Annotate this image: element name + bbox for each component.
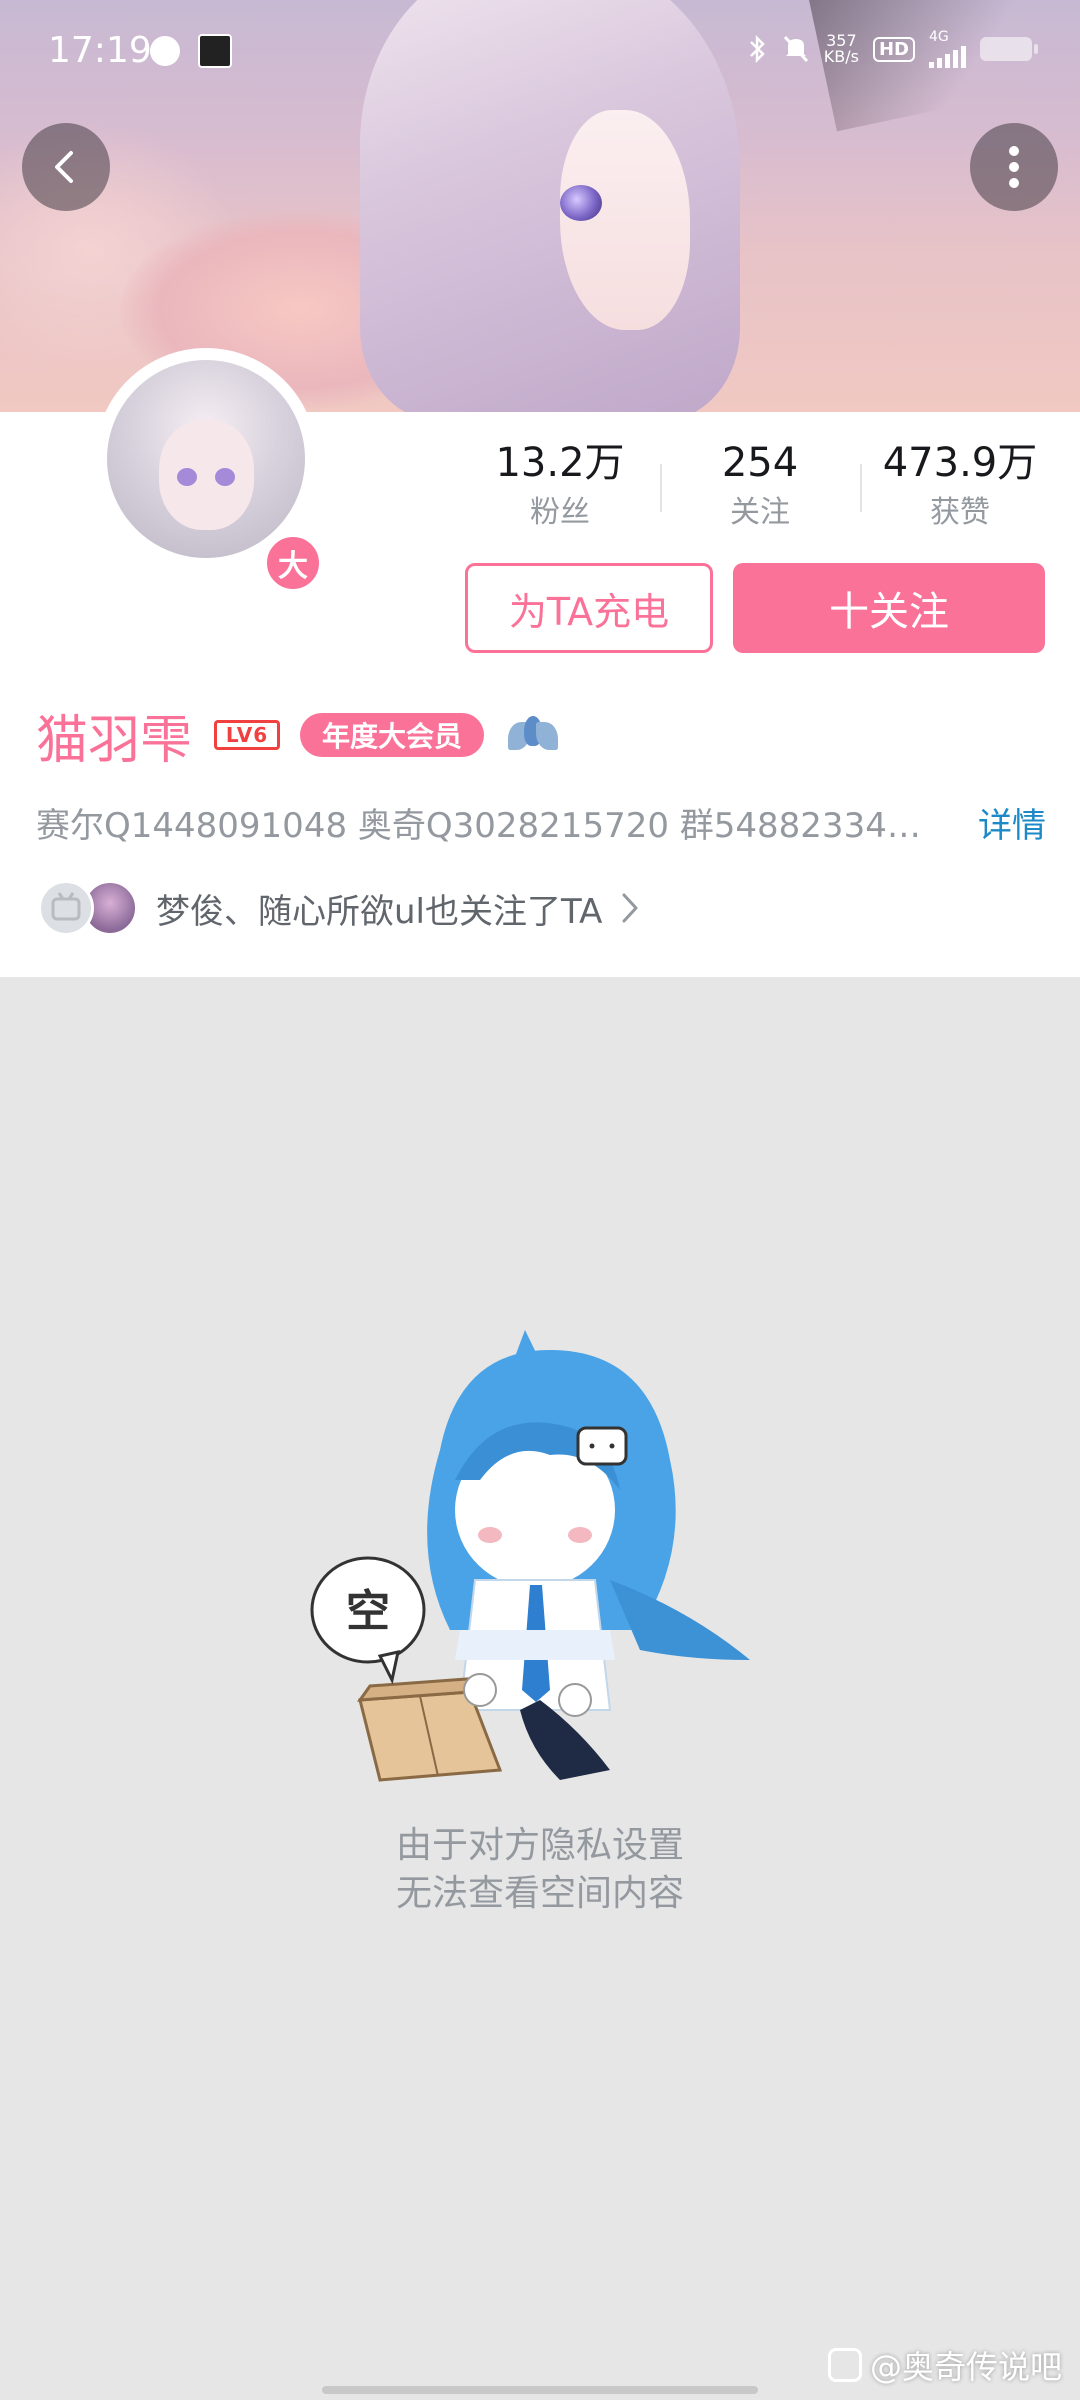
battery-icon (980, 37, 1038, 61)
stat-likes[interactable]: 473.9万 获赞 (860, 438, 1060, 538)
mutual-avatar (38, 880, 94, 936)
hd-badge: HD (872, 36, 915, 62)
stat-fans[interactable]: 13.2万 粉丝 (460, 438, 660, 538)
signal-icon (929, 44, 966, 68)
avatar-image (107, 360, 305, 558)
tv-mascot-icon (51, 892, 81, 921)
signature-row: 赛尔Q1448091048 奥奇Q3028215720 群54882334… 详… (36, 794, 1046, 850)
vip-tag[interactable]: 年度大会员 (300, 713, 485, 757)
stat-value: 254 (721, 440, 799, 486)
chevron-right-icon (622, 893, 638, 923)
status-icons: 357 KB/s HD 4G (748, 29, 1038, 68)
stat-label: 获赞 (930, 495, 990, 530)
vip-badge: 大 (262, 532, 324, 594)
speech-bubble-text: 空 (346, 1586, 390, 1637)
level-badge: LV6 (214, 720, 281, 750)
stat-label: 粉丝 (530, 495, 590, 530)
mutual-follows-row[interactable]: 梦俊、随心所欲ul也关注了TA (38, 878, 640, 938)
name-row: 猫羽雫 LV6 年度大会员 (36, 700, 559, 771)
back-button[interactable] (22, 123, 110, 211)
notification-app-icon (198, 34, 232, 68)
watermark: @奥奇传说吧 (827, 2342, 1062, 2388)
stat-following[interactable]: 254 关注 (660, 438, 860, 538)
tieba-logo-icon (827, 2348, 862, 2382)
more-button[interactable] (970, 123, 1058, 211)
empty-state-line: 由于对方隐私设置 (395, 1825, 684, 1866)
watermark-text: @奥奇传说吧 (869, 2348, 1062, 2386)
status-bar: 17:19 357 KB/s HD 4G (0, 0, 1080, 110)
profile-stats: 13.2万 粉丝 254 关注 473.9万 获赞 (460, 438, 1060, 538)
network-speed-unit: KB/s (823, 47, 859, 66)
signature-text: 赛尔Q1448091048 奥奇Q3028215720 群54882334… (36, 805, 921, 846)
mutual-follows-text: 梦俊、随心所欲ul也关注了TA (156, 891, 603, 932)
avatar-face (159, 420, 254, 530)
mute-icon (783, 35, 808, 63)
stat-value: 13.2万 (495, 440, 625, 486)
charge-button[interactable]: 为TA充电 (465, 563, 713, 653)
empty-state-message: 由于对方隐私设置 无法查看空间内容 (0, 1822, 1080, 1918)
medal-icon[interactable] (508, 710, 559, 760)
network-speed: 357 KB/s (824, 33, 859, 65)
notification-app-icon (150, 36, 180, 66)
stat-value: 473.9万 (882, 440, 1038, 486)
network-type: 4G (929, 29, 949, 45)
follow-button[interactable]: 十关注 (733, 563, 1045, 653)
chevron-left-icon (55, 151, 73, 183)
more-vertical-icon (1009, 146, 1019, 188)
detail-link[interactable]: 详情 (978, 798, 1046, 847)
bluetooth-icon (749, 34, 765, 64)
avatar-eye (177, 468, 197, 486)
empty-state-illustration: 空 (310, 1330, 750, 1782)
medal-wing (536, 722, 559, 750)
home-indicator[interactable] (322, 2386, 758, 2394)
user-name: 猫羽雫 (36, 710, 193, 771)
avatar-eye (215, 468, 235, 486)
stat-label: 关注 (730, 495, 790, 530)
banner-character-eye (560, 185, 602, 221)
empty-state-line: 无法查看空间内容 (395, 1873, 684, 1914)
status-time: 17:19 (48, 30, 152, 71)
